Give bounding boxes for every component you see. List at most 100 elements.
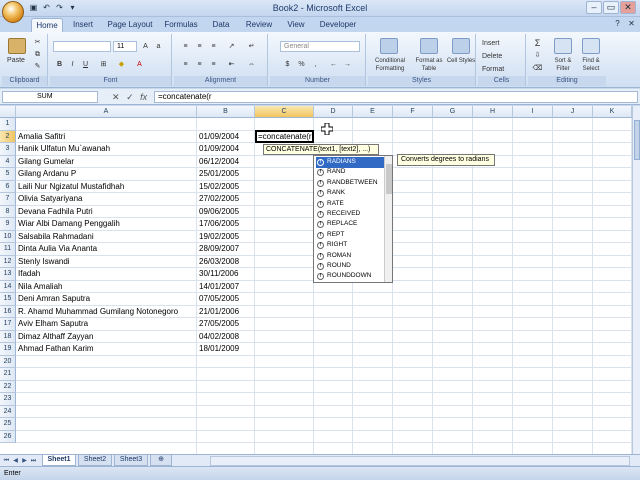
- cell-date[interactable]: 01/09/2004: [199, 143, 239, 155]
- decrease-decimal-icon[interactable]: →: [342, 60, 353, 70]
- autocomplete-item[interactable]: f RADIANS: [316, 157, 384, 168]
- column-header-f[interactable]: F: [393, 106, 433, 118]
- column-header-b[interactable]: B: [197, 106, 255, 118]
- cell-date[interactable]: 30/11/2006: [199, 268, 238, 280]
- align-center-icon[interactable]: ≡: [194, 60, 205, 70]
- delete-cells-button[interactable]: Delete: [482, 53, 522, 61]
- ribbon-close-icon[interactable]: ✕: [626, 19, 637, 29]
- row-header[interactable]: 8: [0, 205, 16, 218]
- cell-date[interactable]: 26/03/2008: [199, 256, 239, 268]
- cell-date[interactable]: 19/02/2005: [199, 231, 239, 243]
- cell-date[interactable]: 28/09/2007: [199, 243, 239, 255]
- row-header[interactable]: 2: [0, 130, 16, 143]
- align-top-icon[interactable]: ≡: [180, 42, 191, 52]
- autocomplete-item[interactable]: f ROUNDDOWN: [316, 271, 384, 282]
- paste-button[interactable]: Paste: [4, 57, 28, 65]
- align-left-icon[interactable]: ≡: [180, 60, 191, 70]
- cell-date[interactable]: 27/02/2005: [199, 193, 239, 205]
- cell-name[interactable]: Nila Amaliah: [18, 281, 62, 293]
- tab-developer[interactable]: Developer: [316, 18, 360, 32]
- cell-name[interactable]: Gilang Gumelar: [18, 156, 74, 168]
- shrink-font-icon[interactable]: a: [153, 42, 164, 52]
- insert-sheet-icon[interactable]: ⊕: [150, 455, 172, 466]
- format-as-table-icon[interactable]: [420, 38, 438, 54]
- autocomplete-scroll-thumb[interactable]: [386, 164, 392, 194]
- sheet-tab-sheet2[interactable]: Sheet2: [78, 455, 112, 466]
- cell-name[interactable]: Dimaz Althaff Zayyan: [18, 331, 93, 343]
- column-header-d[interactable]: D: [314, 106, 353, 118]
- cell-name[interactable]: Aviv Elham Saputra: [18, 318, 88, 330]
- indent-icon[interactable]: ⇤: [226, 60, 237, 70]
- row-header[interactable]: 17: [0, 318, 16, 331]
- conditional-formatting-button[interactable]: Conditional Formatting: [369, 57, 411, 73]
- column-header-h[interactable]: H: [473, 106, 513, 118]
- bold-icon[interactable]: B: [54, 60, 65, 70]
- font-name-box[interactable]: [53, 41, 111, 52]
- minimize-button[interactable]: –: [586, 1, 602, 14]
- cell-name[interactable]: Devana Fadhila Putri: [18, 206, 93, 218]
- restore-button[interactable]: ▭: [603, 1, 619, 14]
- underline-icon[interactable]: U: [80, 60, 91, 70]
- cell-name[interactable]: Stenly Iswandi: [18, 256, 70, 268]
- tab-insert[interactable]: Insert: [68, 18, 98, 32]
- cell-name[interactable]: Ahmad Fathan Karim: [18, 343, 94, 355]
- find-select-icon[interactable]: [582, 38, 600, 54]
- row-header[interactable]: 11: [0, 243, 16, 256]
- row-header[interactable]: 6: [0, 180, 16, 193]
- sheet-tab-sheet1[interactable]: Sheet1: [42, 455, 76, 466]
- cell-date[interactable]: 06/12/2004: [199, 156, 239, 168]
- column-header-j[interactable]: J: [553, 106, 593, 118]
- autocomplete-item[interactable]: f REPT: [316, 230, 384, 241]
- autocomplete-item[interactable]: f ROUND: [316, 261, 384, 272]
- row-header[interactable]: 24: [0, 405, 16, 418]
- autocomplete-item[interactable]: f RANK: [316, 188, 384, 199]
- cell-date[interactable]: 21/01/2006: [199, 306, 239, 318]
- cell-date[interactable]: 09/06/2005: [199, 206, 239, 218]
- autocomplete-item[interactable]: f RIGHT: [316, 240, 384, 251]
- insert-function-icon[interactable]: fx: [140, 92, 147, 102]
- office-button[interactable]: [2, 1, 24, 23]
- cell-name[interactable]: Deni Amran Saputra: [18, 293, 90, 305]
- align-middle-icon[interactable]: ≡: [194, 42, 205, 52]
- tab-review[interactable]: Review: [242, 18, 276, 32]
- row-header[interactable]: 20: [0, 355, 16, 368]
- cell-date[interactable]: 27/05/2005: [199, 318, 239, 330]
- cell-name[interactable]: Olivia Satyariyana: [18, 193, 82, 205]
- row-header[interactable]: 7: [0, 193, 16, 206]
- merge-center-icon[interactable]: ⇔: [246, 60, 257, 70]
- row-header[interactable]: 26: [0, 430, 16, 443]
- cell-date[interactable]: 15/02/2005: [199, 181, 239, 193]
- vertical-scroll-thumb[interactable]: [634, 120, 640, 160]
- row-header[interactable]: 23: [0, 393, 16, 406]
- align-right-icon[interactable]: ≡: [208, 60, 219, 70]
- horizontal-scrollbar[interactable]: [210, 456, 630, 466]
- function-autocomplete-list[interactable]: f RADIANS f RAND f RANDBETWEEN f RANK f RATE f RECE…: [313, 155, 393, 283]
- close-button[interactable]: ✕: [620, 1, 636, 14]
- insert-cells-button[interactable]: Insert: [482, 40, 522, 48]
- row-header[interactable]: 15: [0, 293, 16, 306]
- sort-filter-button[interactable]: Sort & Filter: [548, 57, 578, 73]
- font-size-box[interactable]: 11: [113, 41, 137, 52]
- italic-icon[interactable]: I: [67, 60, 78, 70]
- cell-styles-icon[interactable]: [452, 38, 470, 54]
- row-header[interactable]: 19: [0, 343, 16, 356]
- row-header[interactable]: 14: [0, 280, 16, 293]
- row-header[interactable]: 21: [0, 368, 16, 381]
- row-header[interactable]: 9: [0, 218, 16, 231]
- sort-filter-icon[interactable]: [554, 38, 572, 54]
- row-header[interactable]: 10: [0, 230, 16, 243]
- autocomplete-item[interactable]: f REPLACE: [316, 219, 384, 230]
- column-header-i[interactable]: I: [513, 106, 553, 118]
- paste-icon[interactable]: [8, 38, 26, 54]
- column-header-e[interactable]: E: [353, 106, 393, 118]
- conditional-formatting-icon[interactable]: [380, 38, 398, 54]
- tab-data[interactable]: Data: [206, 18, 236, 32]
- find-select-button[interactable]: Find & Select: [576, 57, 606, 73]
- format-painter-icon[interactable]: ✎: [32, 62, 43, 72]
- row-header[interactable]: 18: [0, 330, 16, 343]
- next-sheet-icon[interactable]: ▶: [20, 456, 29, 466]
- wrap-text-icon[interactable]: ↵: [246, 42, 257, 52]
- tab-page-layout[interactable]: Page Layout: [104, 18, 156, 32]
- first-sheet-icon[interactable]: ⏮: [2, 456, 11, 466]
- cell-name[interactable]: Dinta Aulia Via Ananta: [18, 243, 97, 255]
